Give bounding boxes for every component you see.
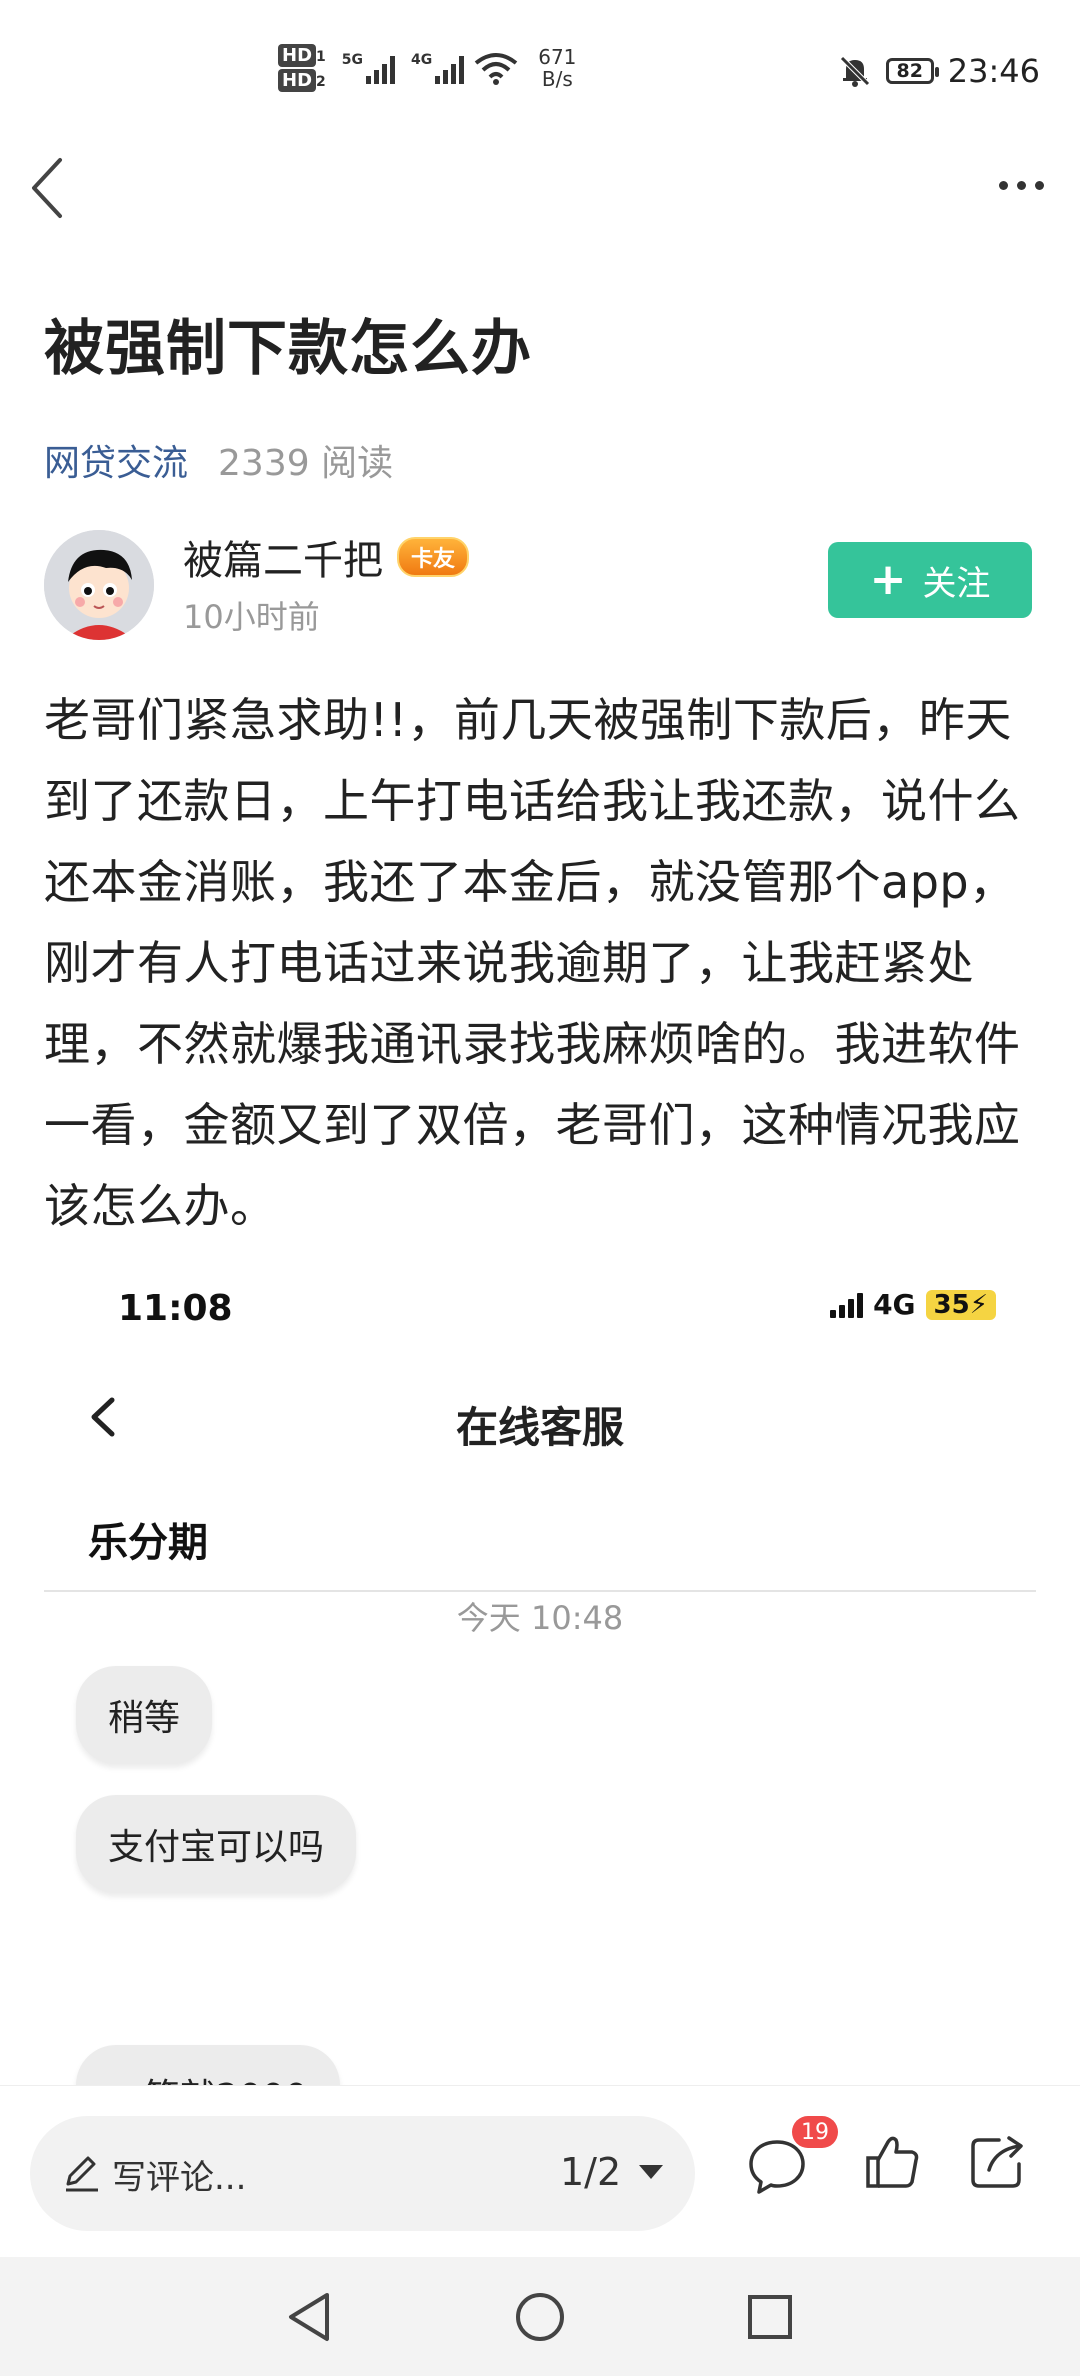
post-body: 老哥们紧急求助!!，前几天被强制下款后，昨天到了还款日，上午打电话给我让我还款，…: [44, 693, 1021, 1233]
battery-icon: 82: [885, 58, 939, 84]
post-time: 10小时前: [183, 598, 320, 636]
screenshot-network: 4G: [873, 1288, 916, 1321]
wifi-icon: [474, 53, 518, 85]
screenshot-subtitle: 乐分期: [88, 1520, 208, 1566]
nav-back-icon[interactable]: [283, 2287, 339, 2347]
page-indicator: 1/2: [560, 2150, 622, 2194]
author-name-row: 被篇二千把 卡友: [183, 528, 470, 586]
status-bar: HD 1 HD 2 5G 4G 671 B/s 82 23:46: [0, 0, 1080, 150]
screenshot-divider: [44, 1590, 1036, 1592]
screenshot-signal-icon: [830, 1292, 864, 1318]
screenshot-battery-level: 35: [933, 1289, 970, 1320]
net1-label: 5G: [341, 52, 363, 68]
chevron-left-icon: [32, 158, 62, 218]
more-dot-icon: [1034, 180, 1044, 190]
more-options-button[interactable]: [986, 160, 1056, 210]
page-selector[interactable]: 1/2: [560, 2150, 664, 2194]
status-time: 23:46: [947, 52, 1040, 90]
hd2-sub: 2: [316, 74, 326, 90]
comment-count-badge: 19: [792, 2116, 838, 2148]
category-link[interactable]: 网贷交流: [44, 434, 188, 486]
read-count: 2339 阅读: [218, 443, 394, 484]
screenshot-status: 4G 35⚡: [830, 1288, 996, 1321]
comment-input[interactable]: 写评论... 1/2: [30, 2116, 695, 2231]
status-right: 82 23:46: [838, 52, 1040, 90]
screenshot-battery: 35⚡: [925, 1289, 996, 1320]
signal-5g-icon: 5G: [342, 52, 395, 84]
nav-home-icon[interactable]: [512, 2287, 568, 2347]
avatar-image: [44, 530, 154, 640]
chat-bubble: 稍等: [76, 1666, 213, 1764]
bottom-action-bar: 写评论... 1/2 19: [0, 2085, 1080, 2258]
author-badge: 卡友: [397, 537, 470, 577]
share-icon[interactable]: [965, 2130, 1029, 2194]
attached-screenshot[interactable]: 11:08 4G 35⚡ 在线客服 乐分期 今天 10:48 稍等 支付宝可以吗…: [44, 1250, 1036, 2085]
speed-value: 671: [538, 45, 577, 69]
more-dot-icon: [1016, 180, 1026, 190]
hd1-sub: 1: [316, 49, 326, 65]
hd2-label: HD: [278, 69, 317, 92]
plus-icon: +: [869, 554, 907, 605]
charging-bolt-icon: ⚡: [969, 1289, 988, 1320]
pen-icon: [66, 2156, 98, 2192]
hd1-label: HD: [278, 44, 317, 67]
comment-placeholder: 写评论...: [112, 2158, 247, 2198]
chat-bubble: 一笔就2000: [76, 2045, 340, 2085]
network-speed: 671 B/s: [538, 46, 576, 90]
more-dot-icon: [998, 180, 1008, 190]
avatar[interactable]: [44, 530, 154, 640]
follow-button[interactable]: + 关注: [828, 542, 1032, 618]
mute-bell-icon: [840, 56, 870, 87]
post-title: 被强制下款怎么办: [44, 314, 532, 384]
system-navigation-bar: [0, 2257, 1080, 2376]
caret-down-icon: [639, 2165, 664, 2179]
follow-label: 关注: [922, 563, 991, 604]
screenshot-time: 11:08: [118, 1288, 233, 1329]
post-meta: 网贷交流 2339 阅读: [44, 434, 393, 486]
screenshot-date: 今天 10:48: [456, 1599, 624, 1637]
speed-unit: B/s: [541, 67, 573, 91]
net2-label: 4G: [411, 52, 433, 68]
author-name[interactable]: 被篇二千把: [183, 528, 383, 586]
battery-level: 82: [896, 60, 923, 82]
screenshot-title: 在线客服: [455, 1403, 624, 1452]
thumbs-up-icon[interactable]: [862, 2130, 922, 2194]
hd-indicators: HD 1 HD 2: [278, 44, 326, 92]
chat-bubble: 支付宝可以吗: [76, 1795, 357, 1893]
status-indicators: HD 1 HD 2 5G 4G 671 B/s: [278, 44, 576, 92]
back-button[interactable]: [22, 150, 82, 220]
signal-4g-icon: 4G: [411, 52, 465, 84]
nav-recent-apps-icon[interactable]: [740, 2287, 800, 2347]
